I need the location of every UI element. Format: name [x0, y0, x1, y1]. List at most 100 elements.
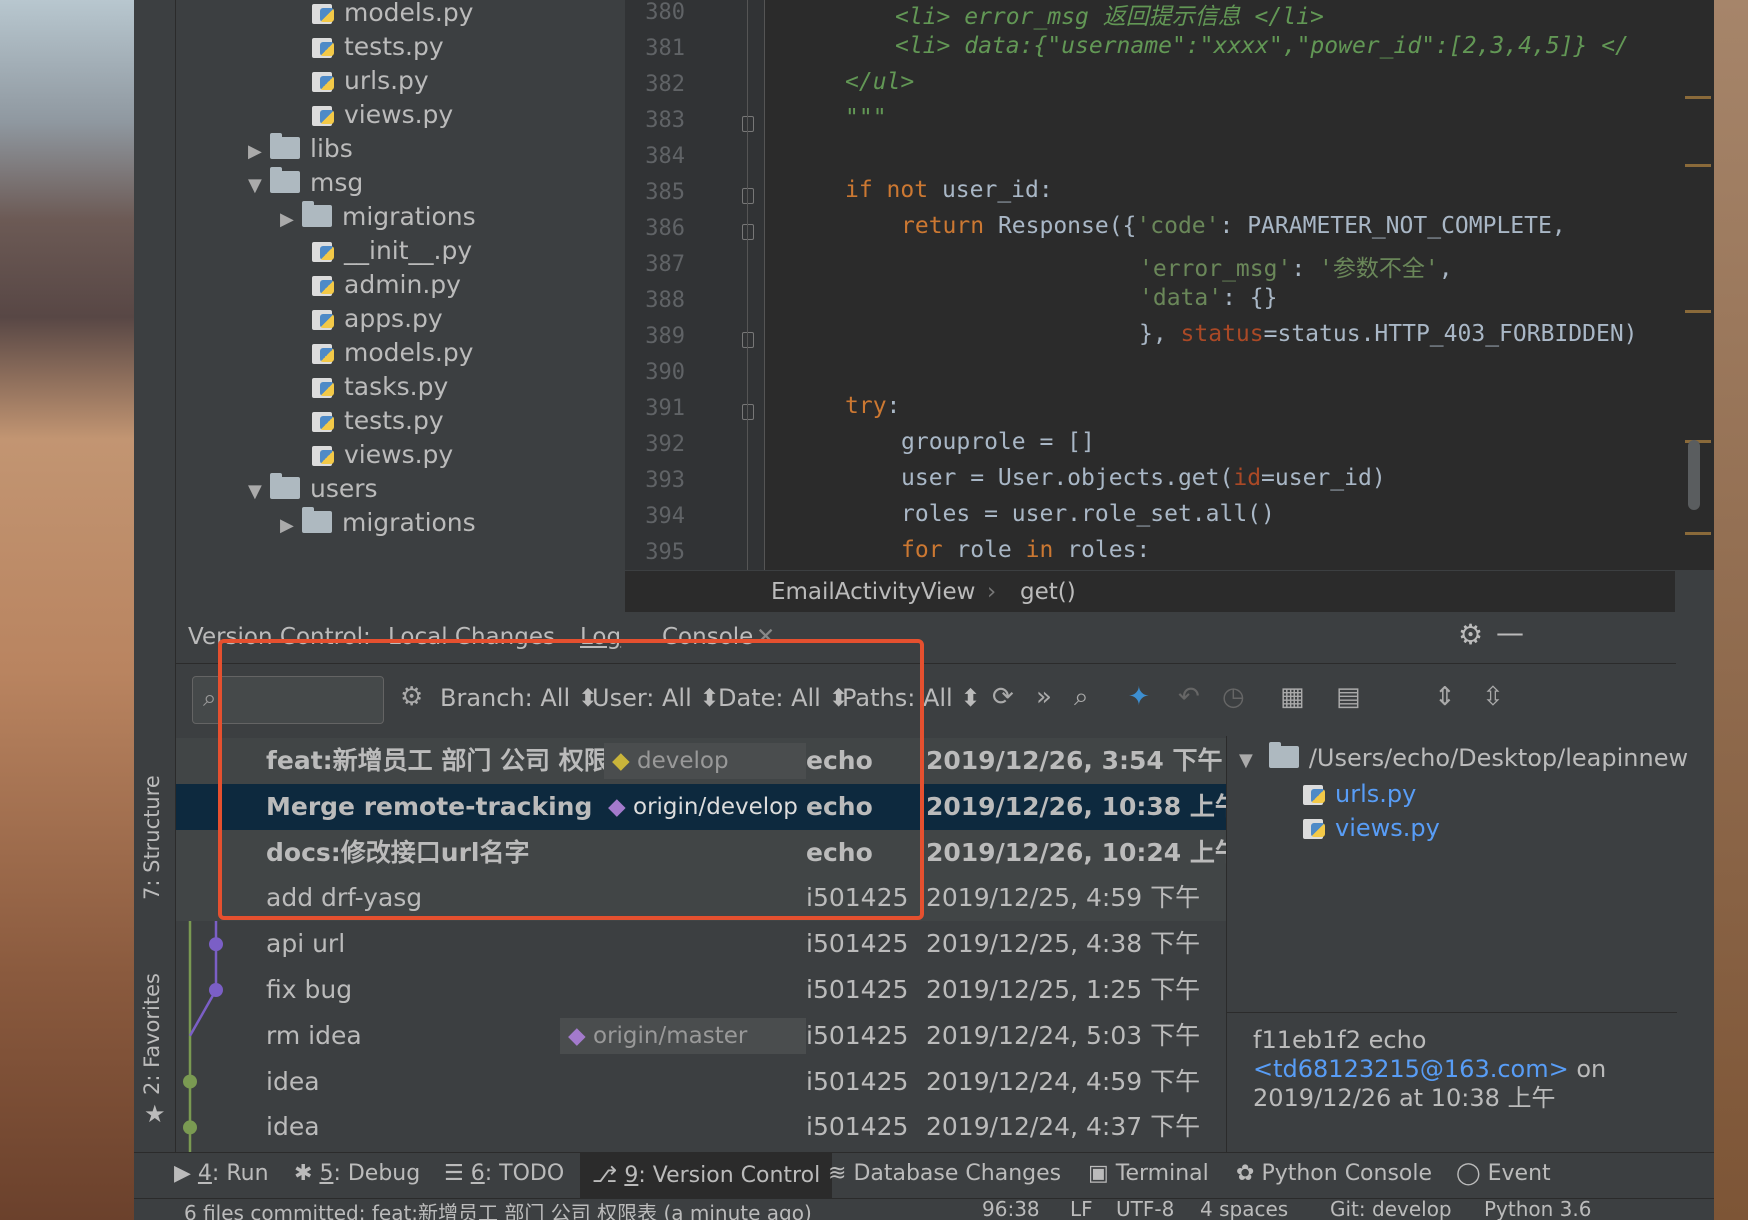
line-ending[interactable]: LF [1070, 1199, 1093, 1220]
tree-file[interactable]: tasks.py [312, 368, 448, 406]
tab-console[interactable]: Console [662, 624, 753, 650]
tool-tab[interactable]: ⎇ 9: Version Control [580, 1153, 833, 1199]
layout-icon[interactable]: ▤ [1336, 682, 1361, 712]
version-control-panel: Version Control: Local Changes Log Conso… [176, 612, 1688, 1152]
tree-folder[interactable]: ▼ users [248, 470, 378, 508]
tag-icon: ◆ [568, 1022, 593, 1049]
tree-file[interactable]: tests.py [312, 28, 444, 66]
minimize-icon[interactable]: — [1496, 616, 1524, 649]
scroll-thumb[interactable] [1688, 440, 1700, 510]
chevron-down-icon[interactable]: ▼ [248, 167, 270, 205]
tree-file[interactable]: __init__.py [312, 232, 472, 270]
expand-all-icon[interactable]: ⇕ [1434, 682, 1456, 712]
code-editor[interactable]: 380 381 382 383 384 385 386 387 388 389 390 391 392 3… [625, 0, 1675, 570]
desktop-wallpaper-right [1714, 0, 1748, 1220]
interpreter[interactable]: Python 3.6 [1484, 1199, 1592, 1220]
python-file-icon [312, 0, 336, 24]
collapse-all-icon[interactable]: ⇳ [1482, 682, 1504, 712]
tree-label: tests.py [344, 406, 444, 435]
tool-tab[interactable]: ▶ 4: Run [174, 1161, 269, 1186]
git-branch[interactable]: Git: develop [1330, 1199, 1452, 1220]
commit-author: i501425 [806, 1020, 909, 1050]
line-number: 384 [645, 144, 685, 169]
tool-tab[interactable]: ☰ 6: TODO [444, 1161, 564, 1186]
changed-file[interactable]: urls.py [1303, 780, 1416, 808]
tool-window-bar: ▶ 4: Run ✱ 5: Debug ☰ 6: TODO ⎇ 9: Version … [134, 1152, 1714, 1199]
editor-scrollbar[interactable] [1675, 0, 1714, 570]
indent[interactable]: 4 spaces [1200, 1199, 1288, 1220]
fold-marker-icon[interactable] [742, 224, 754, 240]
tree-file[interactable]: urls.py [312, 62, 429, 100]
cursor-position[interactable]: 96:38 [982, 1199, 1040, 1220]
tree-file[interactable]: admin.py [312, 266, 461, 304]
gear-icon[interactable]: ⚙ [1458, 618, 1483, 651]
group-icon[interactable]: ▦ [1280, 682, 1305, 712]
python-file-icon [312, 272, 336, 296]
changed-path[interactable]: ▼/Users/echo/Desktop/leapinnew [1239, 742, 1688, 772]
changed-file[interactable]: views.py [1303, 814, 1440, 842]
fold-marker-icon[interactable] [742, 404, 754, 420]
expand-arrow-icon[interactable]: ▼ [1239, 750, 1253, 771]
code-area[interactable]: <li> error_msg 返回提示信息 </li> <li> data:{"… [845, 0, 1675, 570]
commit-details: ▼/Users/echo/Desktop/leapinnew urls.py v… [1226, 736, 1688, 1152]
commit-row[interactable]: api url i501425 2019/12/25, 4:38 下午 [176, 921, 1226, 967]
settings-icon[interactable]: ⚙ [400, 682, 423, 712]
tree-folder[interactable]: ▶ libs [248, 130, 353, 168]
commit-row[interactable]: idea i501425 2019/12/24, 4:59 下午 [176, 1059, 1226, 1105]
chevron-right-icon[interactable]: ▶ [280, 201, 302, 239]
date-filter[interactable]: Date: All ⬍ [718, 684, 849, 712]
commit-author: i501425 [806, 929, 909, 959]
paths-filter[interactable]: Paths: All ⬍ [842, 684, 980, 712]
favorites-tab[interactable]: 2: Favorites [140, 973, 164, 1095]
commit-row[interactable]: rm idea ◆ origin/master i501425 2019/12/24,… [176, 1013, 1226, 1059]
author-email[interactable]: <td68123215@163.com> [1253, 1055, 1569, 1083]
tool-tab[interactable]: ≋ Database Changes [828, 1161, 1061, 1186]
tree-file[interactable]: views.py [312, 436, 453, 474]
fold-marker-icon[interactable] [742, 188, 754, 204]
tool-tab[interactable]: ✿ Python Console [1236, 1161, 1432, 1186]
tab-local-changes[interactable]: Local Changes [388, 624, 555, 650]
fold-marker-icon[interactable] [742, 116, 754, 132]
commit-log[interactable]: feat:新增员工 部门 公司 权限表 ◆ develop echo 2019/12/… [176, 736, 1240, 1152]
tree-file[interactable]: apps.py [312, 300, 443, 338]
line-number: 393 [645, 468, 685, 493]
tool-tab[interactable]: ▣ Terminal [1088, 1161, 1209, 1186]
close-console-icon[interactable]: ✕ [756, 624, 775, 650]
chevron-down-icon[interactable]: ▼ [248, 473, 270, 511]
tool-tab-icon: ▣ [1088, 1161, 1116, 1186]
commit-row[interactable]: idea i501425 2019/12/24, 4:37 下午 [176, 1104, 1226, 1150]
search-input[interactable]: ⌕ [192, 676, 384, 724]
branch-filter[interactable]: Branch: All ⬍ [440, 684, 598, 712]
more-icon[interactable]: » [1036, 682, 1052, 712]
commit-date: 2019/12/24, 4:37 下午 [926, 1112, 1201, 1142]
history-icon[interactable]: ◷ [1222, 682, 1245, 712]
user-filter[interactable]: User: All ⬍ [592, 684, 720, 712]
refresh-icon[interactable]: ⟳ [992, 682, 1014, 712]
tree-file[interactable]: models.py [312, 334, 473, 372]
revert-icon[interactable]: ↶ [1178, 682, 1200, 712]
find-icon[interactable]: ⌕ [1074, 682, 1089, 713]
tree-file[interactable]: tests.py [312, 402, 444, 440]
commit-row[interactable]: docs:修改接口url名字 echo 2019/12/26, 10:24 上午 [176, 829, 1240, 876]
breadcrumb-class[interactable]: EmailActivityView [771, 571, 975, 613]
tool-tab[interactable]: ✱ 5: Debug [294, 1161, 420, 1186]
breadcrumb-function[interactable]: get() [1020, 571, 1076, 613]
chevron-right-icon[interactable]: ▶ [280, 507, 302, 545]
breadcrumb: EmailActivityView › get() [625, 570, 1675, 612]
cherry-pick-icon[interactable]: ✦ [1128, 682, 1150, 712]
commit-author: i501425 [806, 1066, 909, 1096]
fold-marker-icon[interactable] [742, 332, 754, 348]
tree-folder[interactable]: ▶ migrations [280, 504, 476, 542]
commit-row[interactable]: add drf-yasg i501425 2019/12/25, 4:59 下午 [176, 875, 1226, 922]
tab-log[interactable]: Log [580, 624, 621, 650]
commit-row[interactable]: Merge remote-tracking b ◆ origin/develop e… [176, 783, 1240, 830]
tab-version-control[interactable]: Version Control: [188, 624, 371, 650]
tool-tab[interactable]: ◯ Event [1456, 1161, 1551, 1186]
encoding[interactable]: UTF-8 [1116, 1199, 1174, 1220]
commit-row[interactable]: feat:新增员工 部门 公司 权限表 ◆ develop echo 2019/12/… [176, 738, 1226, 784]
commit-row[interactable]: fix bug i501425 2019/12/25, 1:25 下午 [176, 967, 1226, 1013]
tree-folder[interactable]: ▶ migrations [280, 198, 476, 236]
tree-folder[interactable]: ▼ msg [248, 164, 363, 202]
structure-tab[interactable]: 7: Structure [140, 775, 164, 900]
tree-file[interactable]: views.py [312, 96, 453, 134]
